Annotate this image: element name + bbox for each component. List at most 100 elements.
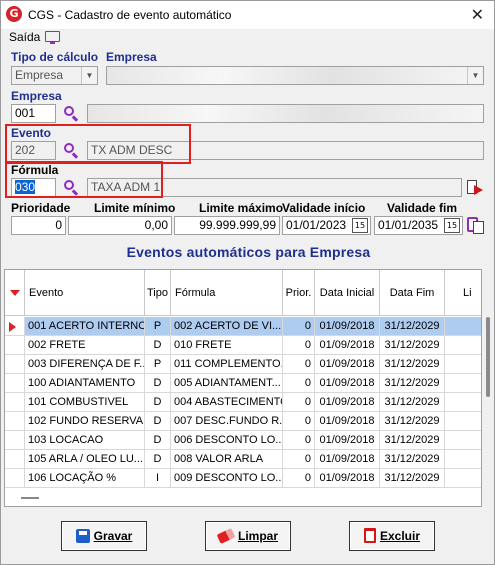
calendar-icon[interactable]: 15 — [352, 218, 368, 233]
chevron-down-icon[interactable]: ▼ — [467, 67, 483, 84]
cell-tipo: P — [145, 355, 171, 374]
cell-prior: 0 — [283, 450, 315, 469]
header-evento[interactable]: Evento — [25, 270, 145, 316]
cell-tipo: P — [145, 317, 171, 336]
evento-highlight-box — [5, 124, 191, 164]
cell-tipo: D — [145, 450, 171, 469]
row-indicator[interactable] — [5, 317, 25, 336]
search-icon[interactable] — [59, 104, 81, 123]
table-row[interactable]: 003 DIFERENÇA DE F... P 011 COMPLEMENTO...… — [5, 355, 481, 374]
cell-data-fim: 31/12/2029 — [380, 450, 445, 469]
limpar-button[interactable]: Limpar — [205, 521, 291, 551]
grid-indicator-header[interactable] — [5, 270, 25, 316]
close-icon[interactable]: ✕ — [471, 5, 484, 24]
cell-limite — [445, 450, 481, 469]
table-row[interactable]: 101 COMBUSTIVEL D 004 ABASTECIMENTO 0 01/09/… — [5, 393, 481, 412]
table-row[interactable]: 001 ACERTO INTERNOS P 002 ACERTO DE VI... 0… — [5, 317, 481, 336]
cell-formula: 004 ABASTECIMENTO — [171, 393, 283, 412]
menu-saida[interactable]: Saída — [9, 30, 40, 44]
cell-evento: 106 LOCAÇÃO % — [25, 469, 145, 488]
cell-data-inicial: 01/09/2018 — [315, 393, 380, 412]
cell-data-inicial: 01/09/2018 — [315, 355, 380, 374]
excluir-button[interactable]: Excluir — [349, 521, 435, 551]
prioridade-input[interactable]: 0 — [11, 216, 66, 235]
tipo-calculo-select[interactable]: Empresa ▼ — [11, 66, 98, 85]
row-indicator[interactable] — [5, 374, 25, 393]
row-indicator[interactable] — [5, 393, 25, 412]
empresa-code-input[interactable]: 001 — [11, 104, 56, 123]
calendar-icon[interactable]: 15 — [444, 218, 460, 233]
eventos-grid[interactable]: Evento Tipo Fórmula Prior. Data Inicial … — [4, 269, 482, 507]
table-row[interactable]: 105 ARLA / OLEO LU... D 008 VALOR ARLA 0 01/… — [5, 450, 481, 469]
cell-data-inicial: 01/09/2018 — [315, 374, 380, 393]
header-data-inicial[interactable]: Data Inicial — [315, 270, 380, 316]
validade-fim-label: Validade fim — [387, 201, 458, 215]
cell-data-fim: 31/12/2029 — [380, 431, 445, 450]
scroll-thumb[interactable] — [486, 317, 490, 397]
cell-data-fim: 31/12/2029 — [380, 336, 445, 355]
row-indicator[interactable] — [5, 412, 25, 431]
monitor-icon[interactable] — [45, 31, 60, 44]
cell-data-fim: 31/12/2029 — [380, 469, 445, 488]
row-indicator[interactable] — [5, 469, 25, 488]
gravar-button[interactable]: Gravar — [61, 521, 147, 551]
limite-maximo-input[interactable]: 99.999.999,99 — [174, 216, 280, 235]
cell-data-inicial: 01/09/2018 — [315, 336, 380, 355]
cell-prior: 0 — [283, 355, 315, 374]
validade-inicio-value: 01/01/2023 — [286, 218, 347, 232]
tipo-calculo-label: Tipo de cálculo — [11, 50, 99, 64]
cell-data-fim: 31/12/2029 — [380, 317, 445, 336]
cell-limite — [445, 317, 481, 336]
table-row[interactable]: 002 FRETE D 010 FRETE 0 01/09/2018 31/12/2029 — [5, 336, 481, 355]
empresa-name-field — [87, 104, 484, 123]
row-indicator[interactable] — [5, 355, 25, 374]
cell-prior: 0 — [283, 431, 315, 450]
cell-data-fim: 31/12/2029 — [380, 412, 445, 431]
current-row-icon — [9, 322, 16, 332]
app-logo-icon: G — [6, 6, 22, 22]
header-formula[interactable]: Fórmula — [171, 270, 283, 316]
cell-prior: 0 — [283, 374, 315, 393]
cell-prior: 0 — [283, 336, 315, 355]
exit-icon[interactable] — [466, 179, 486, 197]
validade-fim-value: 01/01/2035 — [378, 218, 439, 232]
cell-tipo: D — [145, 336, 171, 355]
table-row[interactable]: 100 ADIANTAMENTO D 005 ADIANTAMENT... 0 01/0… — [5, 374, 481, 393]
header-prior[interactable]: Prior. — [283, 270, 315, 316]
cell-limite — [445, 355, 481, 374]
chevron-down-icon[interactable]: ▼ — [81, 67, 97, 84]
row-indicator[interactable] — [5, 431, 25, 450]
section-title: Eventos automáticos para Empresa — [126, 244, 371, 260]
table-row[interactable]: 106 LOCAÇÃO % I 009 DESCONTO LO... 0 01/09/2… — [5, 469, 481, 488]
title-bar: G CGS - Cadastro de evento automático ✕ — [1, 1, 494, 29]
excluir-label: Excluir — [379, 529, 421, 543]
header-tipo[interactable]: Tipo — [145, 270, 171, 316]
grid-header: Evento Tipo Fórmula Prior. Data Inicial … — [5, 270, 481, 316]
table-row[interactable]: 103 LOCACAO D 006 DESCONTO LO... 0 01/09/201… — [5, 431, 481, 450]
cell-data-inicial: 01/09/2018 — [315, 317, 380, 336]
cell-data-inicial: 01/09/2018 — [315, 431, 380, 450]
grid-vertical-scrollbar[interactable] — [483, 269, 493, 507]
copy-icon[interactable] — [466, 216, 486, 236]
limite-minimo-input[interactable]: 0,00 — [68, 216, 172, 235]
row-indicator[interactable] — [5, 450, 25, 469]
cell-tipo: I — [145, 469, 171, 488]
prioridade-label: Prioridade — [11, 201, 71, 215]
header-data-fim[interactable]: Data Fim — [380, 270, 445, 316]
cell-formula: 010 FRETE — [171, 336, 283, 355]
cell-formula: 002 ACERTO DE VI... — [171, 317, 283, 336]
save-icon — [75, 528, 90, 543]
grid-horizontal-scrollbar[interactable] — [21, 497, 39, 499]
cell-evento: 105 ARLA / OLEO LU... — [25, 450, 145, 469]
gravar-label: Gravar — [93, 529, 133, 543]
cell-prior: 0 — [283, 393, 315, 412]
trash-icon — [363, 528, 376, 544]
header-limite[interactable]: Li — [445, 270, 481, 316]
cell-limite — [445, 431, 481, 450]
row-indicator[interactable] — [5, 336, 25, 355]
cell-data-inicial: 01/09/2018 — [315, 412, 380, 431]
empresa-select[interactable]: ▼ — [106, 66, 484, 85]
cell-tipo: D — [145, 431, 171, 450]
cell-formula: 009 DESCONTO LO... — [171, 469, 283, 488]
table-row[interactable]: 102 FUNDO RESERVA D 007 DESC.FUNDO R... 0 01… — [5, 412, 481, 431]
